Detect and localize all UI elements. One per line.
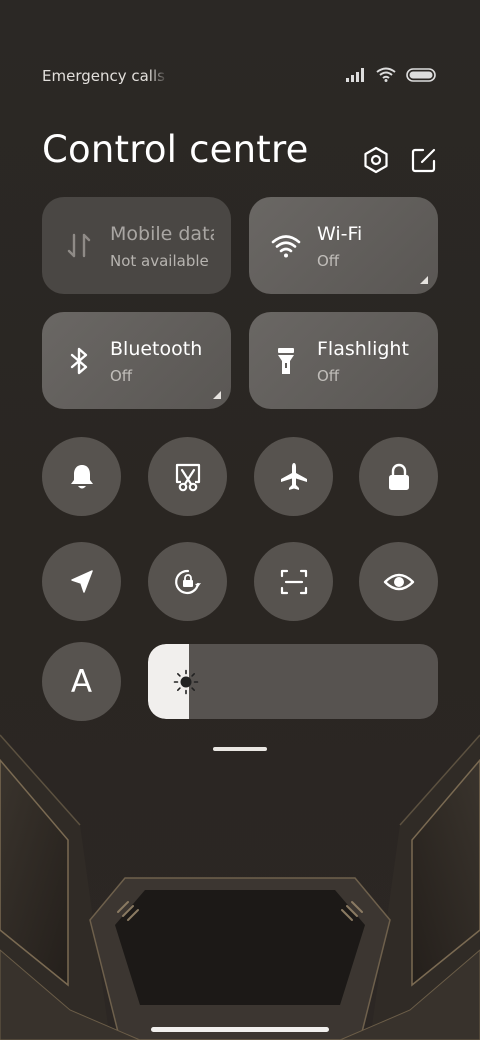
expand-corner-icon xyxy=(213,391,221,399)
toggle-reading-mode[interactable] xyxy=(359,542,438,621)
location-icon xyxy=(70,569,93,593)
settings-hex-icon xyxy=(364,146,388,174)
tile-status: Off xyxy=(317,367,340,385)
toggle-location[interactable] xyxy=(42,542,121,621)
lock-icon xyxy=(388,463,409,490)
toggle-rotation-lock[interactable] xyxy=(148,542,227,621)
tile-label: Bluetooth xyxy=(110,338,203,360)
edit-button[interactable] xyxy=(410,146,438,174)
status-bar: Emergency calls o xyxy=(0,62,480,90)
tile-label: Flashlight xyxy=(317,338,409,360)
tile-label: Wi-Fi xyxy=(317,223,363,245)
battery-icon xyxy=(406,67,436,82)
scan-icon xyxy=(280,569,307,594)
flashlight-icon xyxy=(278,348,294,374)
tile-status: Not available xyxy=(110,252,209,270)
toggle-scanner[interactable] xyxy=(254,542,333,621)
wifi-icon xyxy=(271,235,301,258)
brightness-slider[interactable] xyxy=(148,644,438,719)
airplane-icon xyxy=(280,462,307,490)
tile-flashlight[interactable]: Flashlight Off xyxy=(249,312,438,409)
wifi-icon xyxy=(376,67,396,82)
toggle-screenshot[interactable] xyxy=(148,437,227,516)
brightness-icon xyxy=(173,669,199,695)
gesture-bar[interactable] xyxy=(151,1027,329,1032)
carrier-text: Emergency calls o xyxy=(42,67,168,85)
signal-icon xyxy=(346,67,364,82)
status-icons xyxy=(346,67,436,82)
bell-icon xyxy=(70,464,93,488)
screenshot-scissors-icon xyxy=(175,463,200,491)
expand-corner-icon xyxy=(420,276,428,284)
eye-icon xyxy=(383,573,414,590)
settings-button[interactable] xyxy=(362,146,390,174)
toggle-airplane[interactable] xyxy=(254,437,333,516)
tile-bluetooth[interactable]: Bluetooth Off xyxy=(42,312,231,409)
tile-mobile-data[interactable]: Mobile data Not available xyxy=(42,197,231,294)
font-size-icon: A xyxy=(70,663,93,700)
drag-handle[interactable] xyxy=(213,747,267,751)
tile-status: Off xyxy=(110,367,133,385)
toggle-lock-screen[interactable] xyxy=(359,437,438,516)
edit-icon xyxy=(411,148,436,173)
mobile-data-icon xyxy=(67,233,91,258)
tile-status: Off xyxy=(317,252,340,270)
bluetooth-icon xyxy=(70,347,88,375)
toggle-font-size[interactable]: A xyxy=(42,642,121,721)
tile-label: Mobile data xyxy=(110,223,214,245)
page-title: Control centre xyxy=(42,128,309,171)
tile-wifi[interactable]: Wi-Fi Off xyxy=(249,197,438,294)
rotation-lock-icon xyxy=(174,569,201,594)
toggle-silent[interactable] xyxy=(42,437,121,516)
